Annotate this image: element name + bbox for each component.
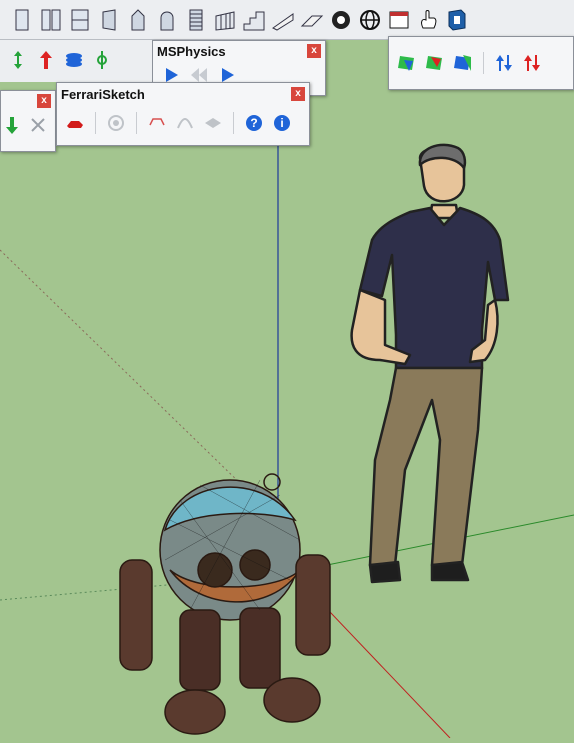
left-palette-title-bar[interactable]: x <box>1 91 55 111</box>
right-palette-title-bar[interactable] <box>389 37 573 49</box>
left-tool-strip <box>0 40 152 82</box>
railing-icon[interactable] <box>211 5 239 35</box>
stairs-icon[interactable] <box>240 5 268 35</box>
frame-icon[interactable] <box>385 5 413 35</box>
double-door-icon[interactable] <box>37 5 65 35</box>
panel-icon[interactable] <box>95 5 123 35</box>
ferrarisketch-close-button[interactable]: x <box>291 87 305 101</box>
curve-icon[interactable] <box>173 111 197 135</box>
shutter-icon[interactable] <box>182 5 210 35</box>
face-tool-icon[interactable] <box>395 51 419 75</box>
globe-settings-icon[interactable] <box>327 5 355 35</box>
info-icon[interactable]: i <box>270 111 294 135</box>
blue-tool-icon[interactable] <box>443 5 471 35</box>
cancel-x-icon[interactable] <box>27 113 49 137</box>
msphysics-title: MSPhysics <box>157 43 226 59</box>
left-palette-close-button[interactable]: x <box>37 94 51 108</box>
svg-text:i: i <box>280 116 283 130</box>
updown-arrows-icon[interactable] <box>492 51 516 75</box>
face-tool-3-icon[interactable] <box>451 51 475 75</box>
green-updown-arrow-icon[interactable] <box>6 48 30 72</box>
ferrarisketch-palette[interactable]: FerrariSketch x ? i <box>56 82 310 146</box>
svg-text:?: ? <box>250 116 257 130</box>
record-icon[interactable] <box>104 111 128 135</box>
ramp-icon[interactable] <box>269 5 297 35</box>
ferrari-car-icon[interactable] <box>63 111 87 135</box>
ferrarisketch-title: FerrariSketch <box>61 86 145 102</box>
hand-icon[interactable] <box>414 5 442 35</box>
msphysics-close-button[interactable]: x <box>307 44 321 58</box>
window-icon[interactable] <box>66 5 94 35</box>
msphysics-title-bar[interactable]: MSPhysics x <box>153 41 325 61</box>
door-icon[interactable] <box>8 5 36 35</box>
slab-icon[interactable] <box>298 5 326 35</box>
red-updown-arrows-icon[interactable] <box>520 51 544 75</box>
red-up-arrow-icon[interactable] <box>34 48 58 72</box>
globe-icon[interactable] <box>356 5 384 35</box>
face-tool-2-icon[interactable] <box>423 51 447 75</box>
layer-icon[interactable] <box>201 111 225 135</box>
blue-coil-icon[interactable] <box>62 48 86 72</box>
right-palette[interactable] <box>388 36 574 90</box>
sketch-car-icon[interactable] <box>145 111 169 135</box>
green-down-arrow-icon[interactable] <box>1 113 23 137</box>
arch-icon[interactable] <box>124 5 152 35</box>
top-toolbar <box>0 0 574 40</box>
green-pivot-icon[interactable] <box>90 48 114 72</box>
help-icon[interactable]: ? <box>242 111 266 135</box>
arch-door-icon[interactable] <box>153 5 181 35</box>
left-palette[interactable]: x <box>0 90 56 152</box>
ferrarisketch-title-bar[interactable]: FerrariSketch x <box>57 83 309 105</box>
